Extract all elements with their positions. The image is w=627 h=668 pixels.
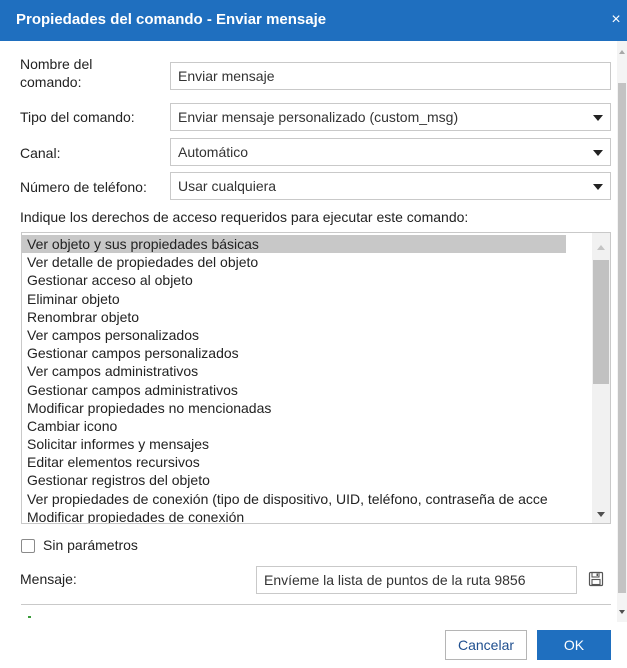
rights-label: Indique los derechos de acceso requerido… <box>20 209 469 225</box>
list-item[interactable]: Renombrar objeto <box>22 308 594 326</box>
phone-select[interactable]: Usar cualquiera <box>170 172 611 200</box>
command-type-value: Enviar mensaje personalizado (custom_msg… <box>178 109 459 125</box>
chevron-down-icon <box>593 150 603 156</box>
rights-scrollbar[interactable] <box>592 233 610 523</box>
command-type-select[interactable]: Enviar mensaje personalizado (custom_msg… <box>170 103 611 131</box>
list-item[interactable]: Ver campos administrativos <box>22 362 594 380</box>
list-item[interactable]: Ver campos personalizados <box>22 326 594 344</box>
list-item[interactable]: Cambiar icono <box>22 417 594 435</box>
scrollbar-thumb[interactable] <box>593 260 609 384</box>
command-name-label: Nombre del comando: <box>20 56 93 90</box>
chevron-down-icon <box>593 115 603 121</box>
list-item[interactable]: Ver objeto y sus propiedades básicas <box>22 235 566 254</box>
list-item[interactable]: Modificar propiedades de conexión <box>22 508 594 523</box>
dialog-content: Nombre del comando: Enviar mensaje Tipo … <box>0 41 617 618</box>
channel-select[interactable]: Automático <box>170 138 611 166</box>
floppy-disk-icon[interactable] <box>588 570 604 588</box>
ok-button[interactable]: OK <box>537 630 611 660</box>
list-item[interactable]: Gestionar campos administrativos <box>22 381 594 399</box>
cancel-button[interactable]: Cancelar <box>445 630 527 660</box>
close-icon[interactable]: × <box>605 10 627 30</box>
no-params-label: Sin parámetros <box>43 537 138 553</box>
rights-list: Ver objeto y sus propiedades básicas Ver… <box>22 235 594 523</box>
command-type-label: Tipo del comando: <box>20 109 135 125</box>
chevron-down-icon <box>593 184 603 190</box>
command-name-input[interactable]: Enviar mensaje <box>170 62 611 90</box>
list-item[interactable]: Editar elementos recursivos <box>22 453 594 471</box>
channel-label: Canal: <box>20 145 61 161</box>
list-item[interactable]: Ver propiedades de conexión (tipo de dis… <box>22 490 594 508</box>
list-item[interactable]: Gestionar campos personalizados <box>22 344 594 362</box>
scrollbar-thumb[interactable] <box>618 83 626 593</box>
no-params-checkbox[interactable] <box>21 539 35 553</box>
channel-value: Automático <box>178 144 249 160</box>
dialog-footer: Cancelar OK <box>0 622 627 668</box>
dialog-scrollbar[interactable] <box>617 41 627 622</box>
list-item[interactable]: Ver detalle de propiedades del objeto <box>22 253 594 271</box>
phone-label: Número de teléfono: <box>20 179 147 195</box>
scroll-down-icon[interactable] <box>619 610 625 614</box>
dialog-titlebar: Propiedades del comando - Enviar mensaje… <box>0 0 627 41</box>
message-label: Mensaje: <box>20 571 77 587</box>
scroll-up-icon[interactable] <box>597 245 605 250</box>
rights-listbox[interactable]: Ver objeto y sus propiedades básicas Ver… <box>21 232 611 524</box>
section-divider <box>21 604 611 605</box>
list-item[interactable]: Solicitar informes y mensajes <box>22 435 594 453</box>
list-item[interactable]: Gestionar registros del objeto <box>22 471 594 489</box>
dialog-title: Propiedades del comando - Enviar mensaje <box>16 11 327 28</box>
scroll-down-icon[interactable] <box>597 512 605 517</box>
list-item[interactable]: Eliminar objeto <box>22 290 594 308</box>
status-indicator <box>28 616 31 618</box>
scroll-up-icon[interactable] <box>619 50 625 54</box>
list-item[interactable]: Gestionar acceso al objeto <box>22 271 594 289</box>
phone-value: Usar cualquiera <box>178 178 277 194</box>
list-item[interactable]: Modificar propiedades no mencionadas <box>22 399 594 417</box>
message-input[interactable]: Envíeme la lista de puntos de la ruta 98… <box>256 566 577 594</box>
